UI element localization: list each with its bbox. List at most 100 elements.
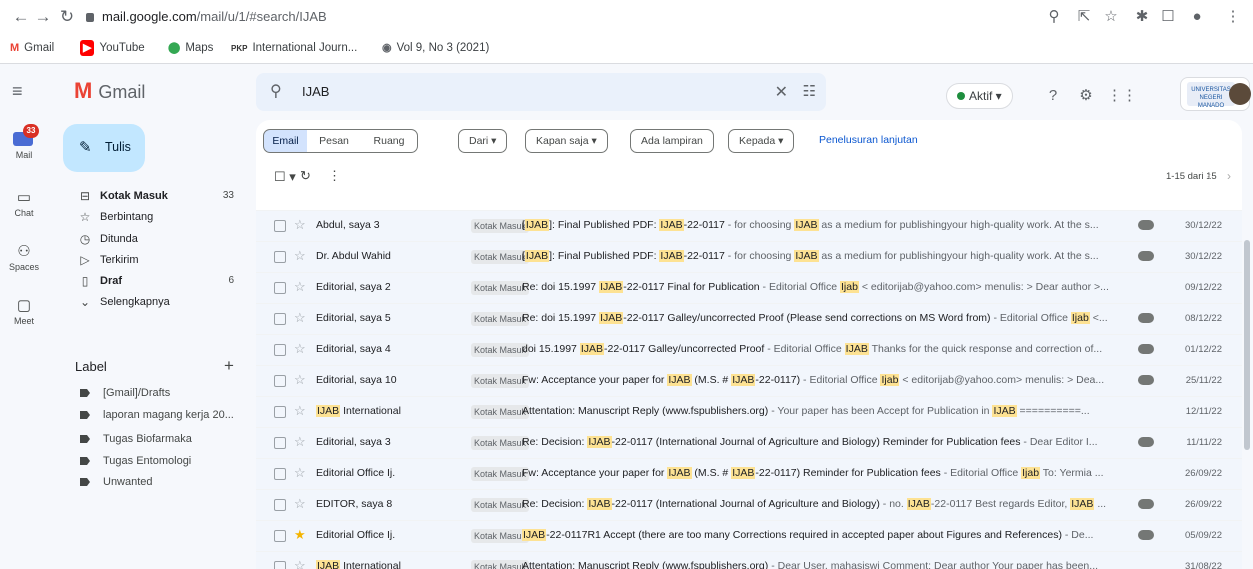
row-checkbox[interactable] [274,251,286,263]
nav-drafts[interactable]: ▯ Draf 6 [56,270,246,292]
inbox-tag[interactable]: Kotak Masuk [471,219,530,233]
label-item[interactable]: Tugas Biofarmaka [56,429,246,449]
row-checkbox[interactable] [274,437,286,449]
email-row[interactable]: ★ Editorial Office Ij. Kotak Masuk IJAB-22-… [256,520,1242,551]
attachment-icon[interactable] [1138,499,1154,509]
inbox-tag[interactable]: Kotak Masuk [471,250,530,264]
chevron-right-icon[interactable]: › [1227,169,1231,183]
label-item[interactable]: Tugas Entomologi [56,451,246,471]
bookmark-maps[interactable]: ⬤ Maps [168,40,213,56]
star-icon[interactable]: ★ [294,527,306,543]
label-item[interactable]: laporan magang kerja 20... [56,405,246,425]
inbox-tag[interactable]: Kotak Masuk [471,405,530,419]
row-checkbox[interactable] [274,313,286,325]
extensions-icon[interactable]: ✱ [1131,6,1153,28]
attachment-icon[interactable] [1138,344,1154,354]
status-selector[interactable]: Aktif ▾ [946,83,1013,109]
search-options-icon[interactable]: ☷ [803,82,816,100]
attachment-icon[interactable] [1138,530,1154,540]
back-icon[interactable]: ← [10,6,32,28]
main-menu-icon[interactable]: ≡ [12,81,32,101]
zoom-icon[interactable]: ⚲ [1043,6,1065,28]
email-row[interactable]: ☆ Editorial, saya 2 Kotak Masuk Re: doi 15.… [256,272,1242,303]
nav-starred[interactable]: ☆ Berbintang [56,206,246,228]
search-icon[interactable]: ⚲ [270,81,282,101]
select-all-checkbox[interactable]: ☐ ▾ [274,169,296,185]
reload-icon[interactable]: ↻ [56,6,78,28]
email-row[interactable]: ☆ Editorial Office Ij. Kotak Masuk Fw: Acce… [256,458,1242,489]
attachment-icon[interactable] [1138,375,1154,385]
account-switcher[interactable]: UNIVERSITAS NEGERI MANADO [1180,77,1251,111]
filter-spaces[interactable]: Ruang [361,129,418,153]
compose-button[interactable]: ✎ Tulis [63,124,145,172]
more-options-icon[interactable]: ⋮ [328,168,341,184]
rail-chat[interactable]: ▭ Chat [0,188,48,218]
email-row[interactable]: ☆ Editorial, saya 3 Kotak Masuk Re: Decisio… [256,427,1242,458]
row-checkbox[interactable] [274,375,286,387]
apps-grid-icon[interactable]: ⋮⋮ [1107,84,1137,108]
row-checkbox[interactable] [274,220,286,232]
filter-from[interactable]: Dari ▾ [458,129,508,153]
address-bar[interactable]: mail.google.com/mail/u/1/#search/IJAB [86,5,327,29]
inbox-tag[interactable]: Kotak Masuk [471,374,530,388]
star-icon[interactable]: ☆ [294,248,306,264]
inbox-tag[interactable]: Kotak Masuk [471,312,530,326]
side-panel-icon[interactable]: ☐ [1157,6,1179,28]
email-row[interactable]: ☆ IJAB International Kotak Masuk Attentatio… [256,396,1242,427]
email-row[interactable]: ☆ Editorial, saya 10 Kotak Masuk Fw: Accept… [256,365,1242,396]
help-icon[interactable]: ? [1041,84,1065,108]
attachment-icon[interactable] [1138,220,1154,230]
star-icon[interactable]: ☆ [294,496,306,512]
bookmark-vol[interactable]: ◉ Vol 9, No 3 (2021) [382,40,489,56]
star-icon[interactable]: ☆ [294,341,306,357]
filter-to[interactable]: Kepada ▾ [728,129,795,153]
star-icon[interactable]: ☆ [294,403,306,419]
email-row[interactable]: ☆ Editorial, saya 5 Kotak Masuk Re: doi 15.… [256,303,1242,334]
inbox-tag[interactable]: Kotak Masuk [471,343,530,357]
inbox-tag[interactable]: Kotak Masuk [471,529,530,543]
star-icon[interactable]: ☆ [294,465,306,481]
rail-mail[interactable]: 33 Mail [0,124,48,160]
label-item[interactable]: [Gmail]/Drafts [56,383,246,403]
row-checkbox[interactable] [274,561,286,569]
row-checkbox[interactable] [274,530,286,542]
bookmark-gmail[interactable]: M Gmail [10,40,54,56]
star-icon[interactable]: ☆ [294,372,306,388]
share-icon[interactable]: ⇱ [1073,6,1095,28]
settings-gear-icon[interactable]: ⚙ [1074,84,1098,108]
forward-icon[interactable]: → [32,6,54,28]
email-row[interactable]: ☆ EDITOR, saya 8 Kotak Masuk Re: Decision: … [256,489,1242,520]
row-checkbox[interactable] [274,344,286,356]
bookmark-journal[interactable]: PKP International Journ... [231,40,357,56]
nav-inbox[interactable]: ⊟ Kotak Masuk 33 [56,185,246,207]
inbox-tag[interactable]: Kotak Masuk [471,560,530,569]
row-checkbox[interactable] [274,406,286,418]
nav-sent[interactable]: ▷ Terkirim [56,249,246,271]
star-icon[interactable]: ☆ [294,434,306,450]
row-checkbox[interactable] [274,468,286,480]
avatar[interactable] [1229,83,1251,105]
email-row[interactable]: ☆ Editorial, saya 4 Kotak Masuk doi 15.1997… [256,334,1242,365]
filter-email[interactable]: Email [263,129,308,153]
inbox-tag[interactable]: Kotak Masuk [471,467,530,481]
label-item[interactable]: Unwanted [56,472,246,492]
bookmark-youtube[interactable]: ▶ YouTube [80,40,145,56]
attachment-icon[interactable] [1138,437,1154,447]
email-row[interactable]: ☆ Abdul, saya 3 Kotak Masuk [IJAB]: Final P… [256,210,1242,241]
row-checkbox[interactable] [274,499,286,511]
star-icon[interactable]: ☆ [294,310,306,326]
gmail-logo[interactable]: M Gmail [74,78,145,104]
inbox-tag[interactable]: Kotak Masuk [471,498,530,512]
search-input[interactable]: IJAB [302,84,329,99]
filter-messages[interactable]: Pesan [307,129,362,153]
nav-snoozed[interactable]: ◷ Ditunda [56,228,246,250]
advanced-search-link[interactable]: Penelusuran lanjutan [819,134,918,146]
inbox-tag[interactable]: Kotak Masuk [471,436,530,450]
search-bar[interactable]: ⚲ IJAB ✕ ☷ [256,73,826,111]
clear-search-icon[interactable]: ✕ [775,82,788,102]
profile-icon[interactable]: ● [1186,6,1208,28]
rail-spaces[interactable]: ⚇ Spaces [0,242,48,272]
add-label-icon[interactable]: + [224,356,234,376]
refresh-icon[interactable]: ↻ [300,168,311,184]
email-row[interactable]: ☆ IJAB International Kotak Masuk Attentatio… [256,551,1242,569]
